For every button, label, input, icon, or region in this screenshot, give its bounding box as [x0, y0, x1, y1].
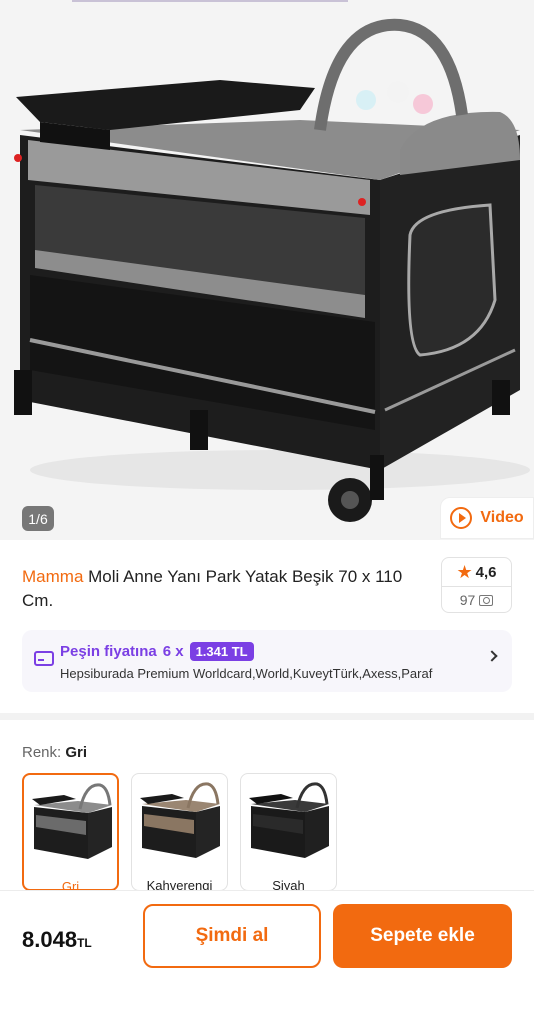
buy-now-button[interactable]: Şimdi al — [143, 904, 321, 968]
price: 8.048TL — [22, 927, 92, 953]
selected-color: Gri — [65, 744, 88, 761]
credit-card-icon — [34, 651, 54, 666]
gallery-progress-line — [72, 0, 348, 2]
video-button-label: Video — [480, 509, 524, 526]
installment-offer: Peşin fiyatına 6 x 1.341 TL — [60, 642, 254, 661]
camera-icon — [479, 594, 494, 606]
product-image — [14, 18, 530, 522]
color-swatches: Gri Kahverengi Siyah — [22, 773, 337, 891]
video-button[interactable]: Video — [440, 497, 534, 539]
photo-count: 97 — [459, 592, 476, 608]
product-title: Mamma Moli Anne Yanı Park Yatak Beşik 70… — [22, 565, 427, 613]
price-currency: TL — [77, 936, 92, 950]
star-icon: ★ — [456, 561, 473, 582]
installment-count: 6 x — [162, 643, 184, 660]
brand-link[interactable]: Mamma — [22, 567, 83, 586]
rating-score-row: ★ 4,6 — [442, 558, 511, 586]
photo-review-row: 97 — [442, 586, 511, 613]
purchase-bar: 8.048TL Şimdi al Sepete ekle — [0, 890, 534, 1024]
price-value: 8.048 — [22, 927, 78, 952]
add-to-cart-button[interactable]: Sepete ekle — [333, 904, 512, 968]
color-option-siyah[interactable]: Siyah — [240, 773, 337, 891]
color-thumbnail — [32, 783, 112, 859]
color-label-text: Renk: — [22, 744, 62, 761]
color-thumbnail — [249, 782, 329, 858]
chevron-right-icon — [486, 650, 498, 662]
gallery-page-indicator: 1/6 — [22, 506, 54, 531]
rating-score: 4,6 — [475, 563, 497, 581]
installment-banner[interactable]: Peşin fiyatına 6 x 1.341 TL Hepsiburada … — [22, 630, 512, 692]
rating-box[interactable]: ★ 4,6 97 — [441, 557, 512, 613]
product-image-gallery[interactable]: 1/6 Video — [0, 0, 534, 540]
section-divider — [0, 713, 534, 720]
installment-amount-badge: 1.341 TL — [189, 642, 254, 661]
installment-cards: Hepsiburada Premium Worldcard,World,Kuve… — [60, 666, 433, 681]
color-label: Renk: Gri — [22, 744, 87, 761]
play-icon — [450, 507, 473, 529]
color-option-kahverengi[interactable]: Kahverengi — [131, 773, 228, 891]
color-thumbnail — [140, 782, 220, 858]
installment-label: Peşin fiyatına — [60, 643, 157, 660]
color-option-gri[interactable]: Gri — [22, 773, 119, 891]
